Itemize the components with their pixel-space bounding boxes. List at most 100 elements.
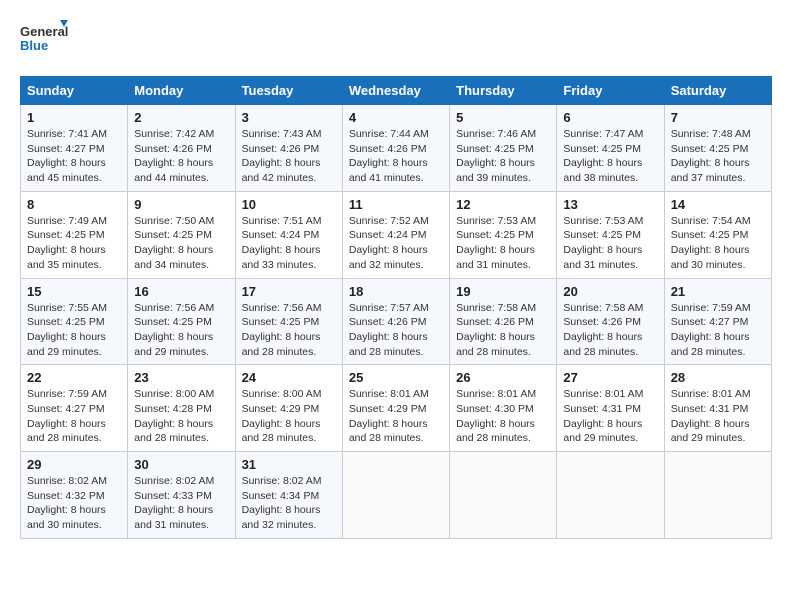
day-info: Sunrise: 7:54 AMSunset: 4:25 PMDaylight:… [671, 214, 765, 273]
day-number: 16 [134, 284, 228, 299]
day-number: 9 [134, 197, 228, 212]
day-number: 19 [456, 284, 550, 299]
day-info: Sunrise: 7:52 AMSunset: 4:24 PMDaylight:… [349, 214, 443, 273]
calendar-cell: 6 Sunrise: 7:47 AMSunset: 4:25 PMDayligh… [557, 105, 664, 192]
weekday-header-saturday: Saturday [664, 77, 771, 105]
calendar-week-5: 29 Sunrise: 8:02 AMSunset: 4:32 PMDaylig… [21, 452, 772, 539]
calendar-cell: 1 Sunrise: 7:41 AMSunset: 4:27 PMDayligh… [21, 105, 128, 192]
day-number: 23 [134, 370, 228, 385]
day-number: 22 [27, 370, 121, 385]
day-info: Sunrise: 8:00 AMSunset: 4:28 PMDaylight:… [134, 387, 228, 446]
weekday-header-friday: Friday [557, 77, 664, 105]
calendar-cell: 10 Sunrise: 7:51 AMSunset: 4:24 PMDaylig… [235, 191, 342, 278]
calendar-cell: 17 Sunrise: 7:56 AMSunset: 4:25 PMDaylig… [235, 278, 342, 365]
calendar-cell [450, 452, 557, 539]
calendar-cell: 20 Sunrise: 7:58 AMSunset: 4:26 PMDaylig… [557, 278, 664, 365]
day-number: 20 [563, 284, 657, 299]
day-info: Sunrise: 8:00 AMSunset: 4:29 PMDaylight:… [242, 387, 336, 446]
calendar-cell: 15 Sunrise: 7:55 AMSunset: 4:25 PMDaylig… [21, 278, 128, 365]
calendar-cell: 25 Sunrise: 8:01 AMSunset: 4:29 PMDaylig… [342, 365, 449, 452]
day-info: Sunrise: 7:44 AMSunset: 4:26 PMDaylight:… [349, 127, 443, 186]
calendar-cell: 18 Sunrise: 7:57 AMSunset: 4:26 PMDaylig… [342, 278, 449, 365]
day-info: Sunrise: 7:53 AMSunset: 4:25 PMDaylight:… [456, 214, 550, 273]
calendar-header: SundayMondayTuesdayWednesdayThursdayFrid… [21, 77, 772, 105]
day-info: Sunrise: 8:01 AMSunset: 4:30 PMDaylight:… [456, 387, 550, 446]
day-info: Sunrise: 8:01 AMSunset: 4:31 PMDaylight:… [563, 387, 657, 446]
svg-text:Blue: Blue [20, 38, 48, 53]
day-info: Sunrise: 7:49 AMSunset: 4:25 PMDaylight:… [27, 214, 121, 273]
day-number: 7 [671, 110, 765, 125]
day-number: 25 [349, 370, 443, 385]
calendar-cell: 29 Sunrise: 8:02 AMSunset: 4:32 PMDaylig… [21, 452, 128, 539]
day-info: Sunrise: 8:02 AMSunset: 4:34 PMDaylight:… [242, 474, 336, 533]
day-info: Sunrise: 7:59 AMSunset: 4:27 PMDaylight:… [27, 387, 121, 446]
day-info: Sunrise: 8:02 AMSunset: 4:32 PMDaylight:… [27, 474, 121, 533]
day-number: 12 [456, 197, 550, 212]
calendar-cell: 3 Sunrise: 7:43 AMSunset: 4:26 PMDayligh… [235, 105, 342, 192]
calendar-cell: 11 Sunrise: 7:52 AMSunset: 4:24 PMDaylig… [342, 191, 449, 278]
day-number: 8 [27, 197, 121, 212]
day-info: Sunrise: 7:51 AMSunset: 4:24 PMDaylight:… [242, 214, 336, 273]
day-info: Sunrise: 7:43 AMSunset: 4:26 PMDaylight:… [242, 127, 336, 186]
day-number: 17 [242, 284, 336, 299]
day-info: Sunrise: 7:58 AMSunset: 4:26 PMDaylight:… [563, 301, 657, 360]
calendar-cell: 2 Sunrise: 7:42 AMSunset: 4:26 PMDayligh… [128, 105, 235, 192]
day-info: Sunrise: 7:42 AMSunset: 4:26 PMDaylight:… [134, 127, 228, 186]
day-info: Sunrise: 7:58 AMSunset: 4:26 PMDaylight:… [456, 301, 550, 360]
calendar-week-2: 8 Sunrise: 7:49 AMSunset: 4:25 PMDayligh… [21, 191, 772, 278]
day-number: 30 [134, 457, 228, 472]
day-number: 29 [27, 457, 121, 472]
calendar-cell: 26 Sunrise: 8:01 AMSunset: 4:30 PMDaylig… [450, 365, 557, 452]
day-number: 5 [456, 110, 550, 125]
day-number: 10 [242, 197, 336, 212]
day-info: Sunrise: 7:56 AMSunset: 4:25 PMDaylight:… [242, 301, 336, 360]
day-number: 15 [27, 284, 121, 299]
calendar-cell: 22 Sunrise: 7:59 AMSunset: 4:27 PMDaylig… [21, 365, 128, 452]
day-number: 4 [349, 110, 443, 125]
day-info: Sunrise: 8:01 AMSunset: 4:31 PMDaylight:… [671, 387, 765, 446]
calendar-cell: 16 Sunrise: 7:56 AMSunset: 4:25 PMDaylig… [128, 278, 235, 365]
day-info: Sunrise: 7:53 AMSunset: 4:25 PMDaylight:… [563, 214, 657, 273]
day-number: 27 [563, 370, 657, 385]
weekday-header-sunday: Sunday [21, 77, 128, 105]
weekday-header-monday: Monday [128, 77, 235, 105]
page-header: General Blue [20, 20, 772, 60]
weekday-header-tuesday: Tuesday [235, 77, 342, 105]
day-info: Sunrise: 7:59 AMSunset: 4:27 PMDaylight:… [671, 301, 765, 360]
calendar-cell: 31 Sunrise: 8:02 AMSunset: 4:34 PMDaylig… [235, 452, 342, 539]
calendar-cell: 24 Sunrise: 8:00 AMSunset: 4:29 PMDaylig… [235, 365, 342, 452]
weekday-header-thursday: Thursday [450, 77, 557, 105]
day-info: Sunrise: 7:56 AMSunset: 4:25 PMDaylight:… [134, 301, 228, 360]
calendar-cell: 9 Sunrise: 7:50 AMSunset: 4:25 PMDayligh… [128, 191, 235, 278]
calendar-table: SundayMondayTuesdayWednesdayThursdayFrid… [20, 76, 772, 539]
calendar-cell: 8 Sunrise: 7:49 AMSunset: 4:25 PMDayligh… [21, 191, 128, 278]
day-number: 11 [349, 197, 443, 212]
calendar-cell [664, 452, 771, 539]
day-number: 18 [349, 284, 443, 299]
day-number: 31 [242, 457, 336, 472]
day-info: Sunrise: 7:41 AMSunset: 4:27 PMDaylight:… [27, 127, 121, 186]
calendar-week-3: 15 Sunrise: 7:55 AMSunset: 4:25 PMDaylig… [21, 278, 772, 365]
calendar-cell: 27 Sunrise: 8:01 AMSunset: 4:31 PMDaylig… [557, 365, 664, 452]
calendar-cell: 13 Sunrise: 7:53 AMSunset: 4:25 PMDaylig… [557, 191, 664, 278]
day-number: 28 [671, 370, 765, 385]
calendar-cell: 4 Sunrise: 7:44 AMSunset: 4:26 PMDayligh… [342, 105, 449, 192]
day-number: 6 [563, 110, 657, 125]
day-info: Sunrise: 7:48 AMSunset: 4:25 PMDaylight:… [671, 127, 765, 186]
calendar-cell: 30 Sunrise: 8:02 AMSunset: 4:33 PMDaylig… [128, 452, 235, 539]
day-number: 1 [27, 110, 121, 125]
calendar-cell: 21 Sunrise: 7:59 AMSunset: 4:27 PMDaylig… [664, 278, 771, 365]
day-number: 24 [242, 370, 336, 385]
calendar-cell [557, 452, 664, 539]
day-info: Sunrise: 8:02 AMSunset: 4:33 PMDaylight:… [134, 474, 228, 533]
day-info: Sunrise: 7:57 AMSunset: 4:26 PMDaylight:… [349, 301, 443, 360]
day-number: 13 [563, 197, 657, 212]
calendar-week-1: 1 Sunrise: 7:41 AMSunset: 4:27 PMDayligh… [21, 105, 772, 192]
calendar-cell: 23 Sunrise: 8:00 AMSunset: 4:28 PMDaylig… [128, 365, 235, 452]
calendar-cell: 7 Sunrise: 7:48 AMSunset: 4:25 PMDayligh… [664, 105, 771, 192]
calendar-cell: 5 Sunrise: 7:46 AMSunset: 4:25 PMDayligh… [450, 105, 557, 192]
day-info: Sunrise: 8:01 AMSunset: 4:29 PMDaylight:… [349, 387, 443, 446]
day-number: 2 [134, 110, 228, 125]
calendar-cell: 12 Sunrise: 7:53 AMSunset: 4:25 PMDaylig… [450, 191, 557, 278]
calendar-cell: 19 Sunrise: 7:58 AMSunset: 4:26 PMDaylig… [450, 278, 557, 365]
